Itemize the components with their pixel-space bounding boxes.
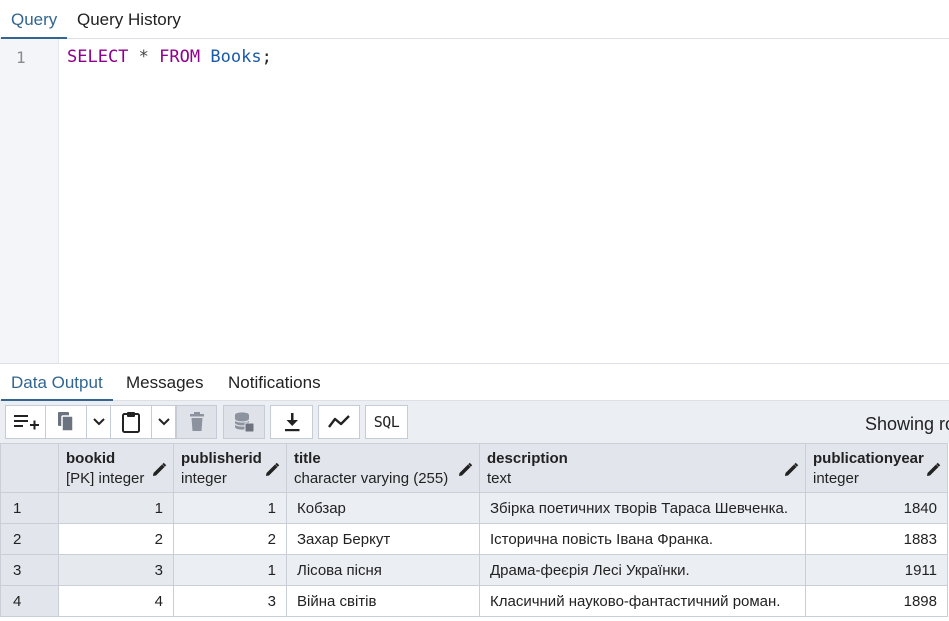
row-number[interactable]: 1 (0, 492, 59, 524)
cell-publicationyear[interactable]: 1911 (805, 554, 948, 586)
row-count-status: Showing ro (865, 414, 949, 434)
column-header-publicationyear[interactable]: publicationyear integer (805, 443, 948, 493)
column-header-publisherid[interactable]: publisherid integer (173, 443, 287, 493)
select-all-corner[interactable] (0, 443, 59, 493)
sql-label: SQL (373, 413, 400, 431)
cell-publicationyear[interactable]: 1898 (805, 585, 948, 617)
column-type: text (487, 470, 512, 487)
database-save-icon (234, 412, 255, 433)
cell-description[interactable]: Збірка поетичних творів Тараса Шевченка. (479, 492, 806, 524)
download-button[interactable] (270, 405, 313, 439)
row-number[interactable]: 2 (0, 523, 59, 555)
header-row: bookid [PK] integer publisherid integer … (0, 443, 948, 493)
pencil-icon[interactable] (925, 462, 941, 478)
column-header-description[interactable]: description text (479, 443, 806, 493)
chevron-down-icon (157, 418, 170, 426)
cell-bookid[interactable]: 2 (58, 523, 174, 555)
delete-row-button[interactable] (176, 405, 217, 439)
paste-options-button[interactable] (151, 405, 176, 439)
column-header-bookid[interactable]: bookid [PK] integer (58, 443, 174, 493)
data-toolbar: SQL Showing ro (0, 401, 949, 443)
semicolon: ; (261, 47, 272, 67)
paste-button[interactable] (110, 405, 152, 439)
cell-title[interactable]: Лісова пісня (286, 554, 480, 586)
line-number: 1 (16, 48, 26, 67)
pencil-icon[interactable] (151, 462, 167, 478)
line-chart-icon (328, 415, 350, 428)
paste-icon (122, 412, 140, 433)
tab-messages[interactable]: Messages (116, 364, 213, 401)
column-header-title[interactable]: title character varying (255) (286, 443, 480, 493)
table-row[interactable]: 1 1 1 Кобзар Збірка поетичних творів Тар… (0, 492, 948, 524)
cell-publisherid[interactable]: 2 (173, 523, 287, 555)
row-number[interactable]: 3 (0, 554, 59, 586)
cell-bookid[interactable]: 1 (58, 492, 174, 524)
result-tabs: Data Output Messages Notifications (0, 363, 949, 401)
keyword-from: FROM (159, 47, 201, 67)
cell-bookid[interactable]: 3 (58, 554, 174, 586)
code-line[interactable]: SELECT * FROM Books; (67, 47, 272, 67)
column-name: description (487, 450, 568, 467)
column-name: title (294, 450, 321, 467)
results-grid: bookid [PK] integer publisherid integer … (0, 443, 949, 621)
cell-publicationyear[interactable]: 1883 (805, 523, 948, 555)
operator-star: * (138, 47, 149, 67)
cell-description[interactable]: Історична повість Івана Франка. (479, 523, 806, 555)
pencil-icon[interactable] (457, 462, 473, 478)
column-type: character varying (255) (294, 470, 449, 487)
sql-editor[interactable]: 1 SELECT * FROM Books; (0, 39, 949, 363)
copy-button[interactable] (45, 405, 87, 439)
cell-title[interactable]: Захар Беркут (286, 523, 480, 555)
cell-bookid[interactable]: 4 (58, 585, 174, 617)
column-type: integer (813, 470, 859, 487)
cell-title[interactable]: Кобзар (286, 492, 480, 524)
tab-query-history[interactable]: Query History (67, 0, 191, 39)
graph-visualiser-button[interactable] (318, 405, 360, 439)
pencil-icon[interactable] (264, 462, 280, 478)
tab-notifications[interactable]: Notifications (218, 364, 331, 401)
pencil-icon[interactable] (783, 462, 799, 478)
copy-options-button[interactable] (86, 405, 111, 439)
cell-description[interactable]: Драма-феєрія Лесі Українки. (479, 554, 806, 586)
row-number[interactable]: 4 (0, 585, 59, 617)
cell-publisherid[interactable]: 1 (173, 554, 287, 586)
save-data-button[interactable] (223, 405, 265, 439)
download-icon (284, 413, 299, 432)
column-name: publicationyear (813, 450, 924, 467)
tab-query[interactable]: Query (1, 0, 68, 39)
query-tabs: Query Query History (0, 0, 949, 39)
table-row[interactable]: 3 3 1 Лісова пісня Драма-феєрія Лесі Укр… (0, 554, 948, 586)
cell-publicationyear[interactable]: 1840 (805, 492, 948, 524)
results-table: bookid [PK] integer publisherid integer … (0, 443, 948, 617)
sql-button[interactable]: SQL (365, 405, 408, 439)
add-row-icon (13, 415, 39, 430)
tab-data-output[interactable]: Data Output (1, 364, 113, 401)
trash-icon (189, 412, 204, 431)
cell-publisherid[interactable]: 1 (173, 492, 287, 524)
add-row-button[interactable] (5, 405, 46, 439)
table-row[interactable]: 2 2 2 Захар Беркут Історична повість Іва… (0, 523, 948, 555)
cell-publisherid[interactable]: 3 (173, 585, 287, 617)
copy-icon (58, 412, 74, 432)
chevron-down-icon (92, 418, 105, 426)
cell-title[interactable]: Війна світів (286, 585, 480, 617)
table-identifier: Books (210, 47, 262, 67)
table-row[interactable]: 4 4 3 Війна світів Класичний науково-фан… (0, 585, 948, 617)
cell-description[interactable]: Класичний науково-фантастичний роман. (479, 585, 806, 617)
keyword-select: SELECT (67, 47, 129, 67)
line-gutter: 1 (0, 39, 59, 363)
